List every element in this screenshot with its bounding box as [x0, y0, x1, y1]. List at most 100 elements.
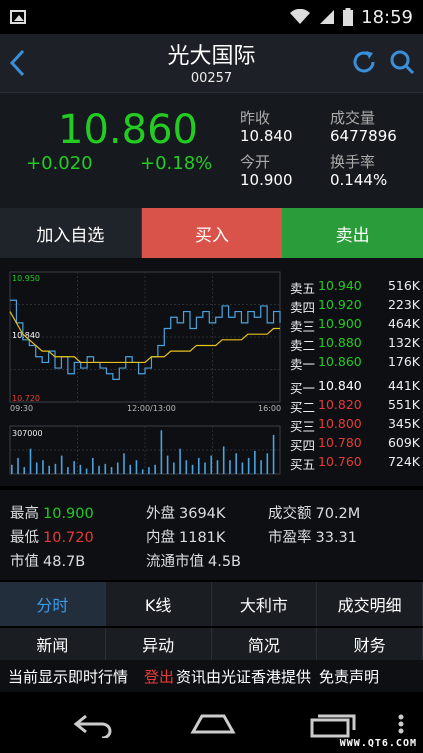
- tab-movements[interactable]: 异动: [106, 628, 212, 660]
- tab-intraday[interactable]: 分时: [0, 582, 106, 626]
- volume-bar: [67, 467, 69, 474]
- volume-bar: [17, 457, 19, 474]
- orderbook-level: 买二: [290, 400, 316, 415]
- stat-pe: 市盈率 33.31: [268, 530, 358, 546]
- image-notification-icon: [10, 10, 26, 24]
- volume-bar: [166, 455, 169, 474]
- back-nav-icon[interactable]: [72, 712, 116, 738]
- volume-bar: [222, 446, 225, 474]
- recents-nav-icon[interactable]: [310, 712, 356, 738]
- orderbook-price: 10.900: [318, 316, 362, 331]
- stat-amount: 成交额 70.2M: [268, 506, 361, 522]
- volume-bar: [247, 457, 250, 474]
- orderbook-price: 10.820: [318, 397, 362, 412]
- search-icon[interactable]: [388, 48, 416, 76]
- home-nav-icon[interactable]: [190, 712, 236, 736]
- android-nav-bar: WWW.QT6.COM: [0, 692, 423, 753]
- open-label: 今开: [240, 153, 271, 171]
- orderbook-price: 10.880: [318, 335, 362, 350]
- orderbook-level: 卖四: [290, 300, 316, 315]
- volume-bar: [191, 464, 194, 474]
- status-bar: 18:59: [0, 0, 423, 34]
- stock-stats: 最高 10.900 最低 10.720 市值 48.7B 外盘 3694K 内盘 1181…: [0, 490, 423, 580]
- volume-bar: [129, 464, 132, 474]
- volume-bar: [23, 467, 26, 474]
- disclaimer-link[interactable]: 免责声明: [319, 666, 379, 687]
- volume-bar: [260, 460, 262, 474]
- tab-financials[interactable]: 财务: [317, 628, 423, 660]
- orderbook-level: 卖三: [290, 319, 316, 334]
- tab-dalishi[interactable]: 大利市: [212, 582, 318, 626]
- orderbook-row: 卖三 10.900 464K: [290, 316, 420, 335]
- y-tick-label: 10.950: [12, 274, 40, 283]
- volume-bar: [235, 453, 237, 474]
- volume-bar: [266, 453, 269, 474]
- ticker-realtime-text: 当前显示即时行情: [8, 667, 129, 686]
- logout-link[interactable]: 登出: [144, 666, 174, 687]
- orderbook-row: 卖四 10.920 223K: [290, 297, 420, 316]
- orderbook-volume: 516K: [387, 278, 420, 293]
- trade-actions: 加入自选 买入 卖出: [0, 208, 423, 258]
- orderbook-price: 10.760: [318, 454, 362, 469]
- tab-kline[interactable]: K线: [106, 582, 212, 626]
- battery-icon: [343, 8, 354, 26]
- y-tick-label: 10.720: [12, 394, 40, 403]
- volume-bar: [179, 448, 181, 474]
- orderbook-volume: 223K: [387, 297, 420, 312]
- orderbook-level: 卖五: [290, 281, 316, 296]
- sell-button[interactable]: 卖出: [282, 208, 423, 258]
- volume-bar: [272, 434, 275, 474]
- orderbook-level: 买五: [290, 457, 316, 472]
- orderbook-volume: 345K: [387, 416, 420, 431]
- orderbook-price: 10.940: [318, 278, 362, 293]
- tab-profile[interactable]: 简况: [212, 628, 318, 660]
- volume-bar: [98, 465, 100, 474]
- volume-bar: [116, 462, 119, 474]
- orderbook-row: 买四 10.780 609K: [290, 435, 420, 454]
- orderbook-row: 买一 10.840 441K: [290, 378, 420, 397]
- quote-panel: 10.860 +0.020 +0.18% 昨收 10.840 成交量 64778…: [0, 92, 423, 208]
- volume-bar: [229, 460, 231, 474]
- orderbook-price: 10.800: [318, 416, 362, 431]
- prev-close-label: 昨收: [240, 109, 271, 127]
- volume-bar: [204, 462, 206, 474]
- prev-close-value: 10.840: [240, 127, 293, 145]
- stat-float-cap: 流通市值 4.5B: [146, 554, 242, 570]
- volume-bar: [135, 460, 138, 474]
- signal-icon: [320, 10, 335, 24]
- volume-bar: [29, 448, 32, 474]
- orderbook-level: 买三: [290, 419, 316, 434]
- primary-tabs: 分时 K线 大利市 成交明细: [0, 582, 423, 626]
- volume-bar: [141, 469, 144, 474]
- turnover-label: 换手率: [330, 153, 376, 171]
- intraday-chart[interactable]: 10.95010.84010.72009:30 12:00/13:00 16:00 …: [0, 264, 286, 486]
- orderbook-row: 买二 10.820 551K: [290, 397, 420, 416]
- volume-bar: [154, 464, 156, 474]
- more-options-icon[interactable]: [398, 714, 404, 734]
- volume-bar: [210, 455, 213, 474]
- refresh-icon[interactable]: [350, 48, 378, 76]
- orderbook-volume: 441K: [387, 378, 420, 393]
- orderbook-level: 买一: [290, 381, 316, 396]
- add-watchlist-button[interactable]: 加入自选: [0, 208, 142, 258]
- stat-market-cap: 市值 48.7B: [10, 554, 86, 570]
- volume-bar: [85, 468, 88, 474]
- status-time: 18:59: [361, 6, 413, 28]
- volume-bar: [73, 461, 75, 474]
- stat-low: 最低 10.720: [10, 530, 94, 546]
- stat-high: 最高 10.900: [10, 506, 94, 522]
- orderbook-volume: 176K: [387, 354, 420, 369]
- tab-trade-details[interactable]: 成交明细: [317, 582, 423, 626]
- wifi-icon: [290, 9, 311, 24]
- orderbook-level: 卖二: [290, 338, 316, 353]
- volume-bar: [241, 462, 244, 474]
- x-tick-label: 12:00/13:00: [127, 404, 176, 413]
- price-change-percent: +0.18%: [140, 153, 213, 174]
- tab-news[interactable]: 新闻: [0, 628, 106, 660]
- orderbook-level: 买四: [290, 438, 316, 453]
- ticker-provider-text: 资讯由光证香港提供: [176, 667, 312, 686]
- y-tick-label: 10.840: [12, 331, 40, 340]
- stat-inner-volume: 内盘 1181K: [146, 530, 226, 546]
- buy-button[interactable]: 买入: [141, 208, 283, 258]
- volume-bar: [54, 463, 57, 474]
